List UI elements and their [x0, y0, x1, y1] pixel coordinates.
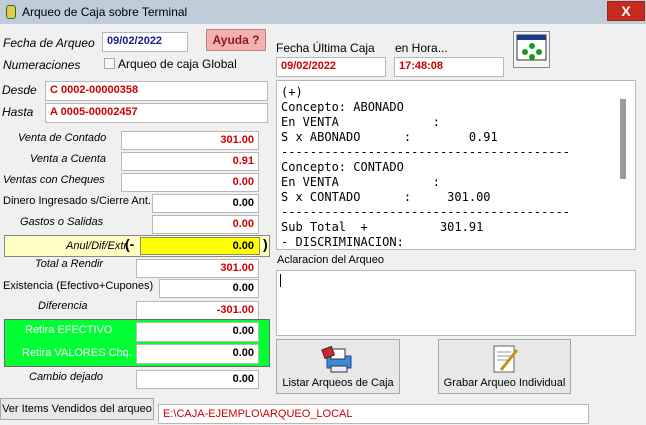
report-text: (+) Concepto: ABONADO En VENTA : S x ABO…: [281, 85, 570, 249]
global-label: Arqueo de caja Global: [118, 57, 237, 71]
app-icon: [6, 5, 16, 19]
aclaracion-label: Aclaracion del Arqueo: [277, 254, 385, 266]
venta-contado-label: Venta de Contado: [18, 132, 107, 144]
anul-value: 0.00: [232, 240, 254, 252]
venta-cuenta-field[interactable]: 0.91: [121, 152, 259, 171]
anul-open-paren: (-: [125, 236, 135, 252]
hora-field[interactable]: 17:48:08: [394, 57, 504, 77]
aclaracion-textarea[interactable]: [276, 270, 636, 336]
grabar-arqueo-label: Grabar Arqueo Individual: [443, 377, 566, 389]
gastos-field[interactable]: 0.00: [152, 215, 259, 234]
fecha-arqueo-field[interactable]: 09/02/2022: [102, 32, 188, 52]
close-button[interactable]: X: [607, 1, 645, 21]
ventas-cheques-label: Ventas con Cheques: [3, 174, 105, 186]
ventas-cheques-field[interactable]: 0.00: [121, 173, 259, 192]
gastos-label: Gastos o Salidas: [20, 216, 104, 228]
dinero-ingresado-field[interactable]: 0.00: [152, 194, 259, 213]
existencia-label: Existencia (Efectivo+Cupones): [3, 280, 154, 292]
window-title: Arqueo de Caja sobre Terminal: [22, 5, 188, 19]
hasta-field[interactable]: A 0005-00002457: [45, 103, 268, 123]
cambio-field[interactable]: 0.00: [136, 370, 259, 389]
monitor-dots-icon: [516, 34, 547, 61]
total-rendir-field[interactable]: 301.00: [136, 259, 259, 278]
listar-arqueos-button[interactable]: Listar Arqueos de Caja: [276, 339, 400, 394]
retira-valores-label: Retira VALORES Chq.: [22, 347, 132, 359]
ayuda-button[interactable]: Ayuda ?: [206, 29, 266, 51]
desde-field[interactable]: C 0002-00000358: [45, 81, 268, 101]
path-field[interactable]: E:\CAJA-EJEMPLO\ARQUEO_LOCAL: [158, 404, 589, 424]
cambio-label: Cambio dejado: [29, 371, 103, 383]
text-caret: [280, 274, 281, 287]
anul-label: Anul/Dif/Extr.: [66, 240, 130, 252]
global-checkbox[interactable]: [104, 58, 115, 69]
retira-efectivo-label: Retira EFECTIVO: [25, 324, 113, 336]
fecha-ultima-label: Fecha Última Caja: [276, 41, 375, 55]
report-scrollbar[interactable]: [620, 99, 626, 179]
retira-efectivo-field[interactable]: 0.00: [136, 322, 259, 342]
hora-label: en Hora...: [395, 41, 448, 55]
hasta-label: Hasta: [2, 105, 34, 119]
document-edit-icon: [493, 345, 519, 373]
numeraciones-label: Numeraciones: [3, 58, 81, 72]
listar-arqueos-label: Listar Arqueos de Caja: [282, 377, 394, 389]
diferencia-label: Diferencia: [38, 300, 88, 312]
fecha-arqueo-label: Fecha de Arqueo: [3, 36, 95, 50]
ver-items-button[interactable]: Ver Items Vendidos del arqueo: [0, 398, 154, 420]
venta-cuenta-label: Venta a Cuenta: [30, 153, 107, 165]
report-textarea[interactable]: (+) Concepto: ABONADO En VENTA : S x ABO…: [276, 80, 636, 250]
desde-label: Desde: [2, 83, 37, 97]
fecha-ultima-field[interactable]: 09/02/2022: [276, 57, 386, 77]
grabar-arqueo-button[interactable]: Grabar Arqueo Individual: [438, 339, 571, 394]
diferencia-field[interactable]: -301.00: [136, 301, 259, 320]
dinero-ingresado-label: Dinero Ingresado s/Cierre Ant.: [3, 195, 151, 207]
monitor-dots-button[interactable]: [513, 31, 550, 68]
total-rendir-label: Total a Rendir: [35, 258, 104, 270]
retira-valores-field[interactable]: 0.00: [136, 344, 259, 364]
anul-close-paren: ): [263, 236, 268, 252]
printer-list-icon: [321, 345, 352, 373]
venta-contado-field[interactable]: 301.00: [121, 131, 259, 150]
existencia-field[interactable]: 0.00: [159, 279, 259, 298]
